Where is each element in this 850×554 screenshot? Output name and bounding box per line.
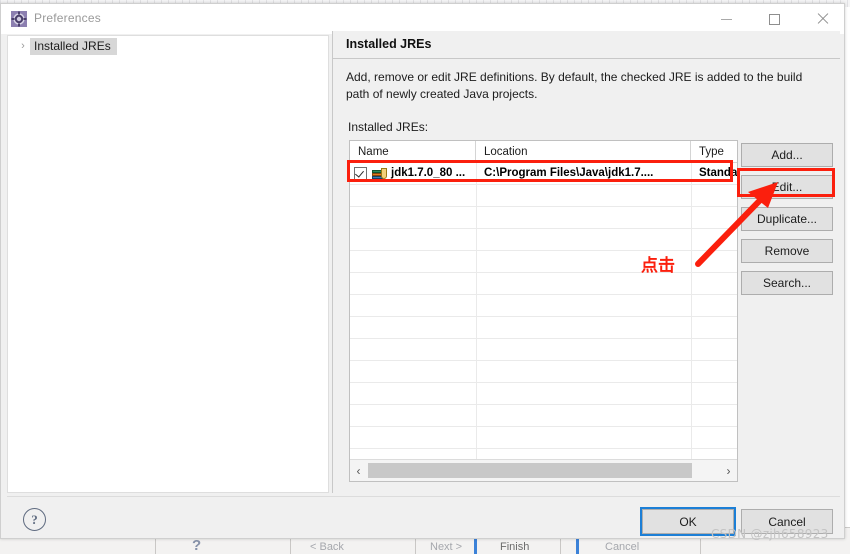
- add-button[interactable]: Add...: [741, 143, 833, 167]
- scroll-right-icon[interactable]: ›: [720, 460, 737, 481]
- page-title: Installed JREs: [346, 37, 432, 51]
- preferences-gear-icon: [11, 11, 27, 27]
- maximize-icon: [769, 13, 780, 25]
- sidebar-item-installed-jres[interactable]: › Installed JREs: [16, 37, 117, 55]
- row-name-label: jdk1.7.0_80 ...: [391, 167, 466, 179]
- close-icon: [817, 13, 829, 25]
- background-wizard-next-button[interactable]: Next >: [430, 541, 462, 553]
- jre-table[interactable]: Name Location Type jdk1.7.0_80 ... C:\Pr…: [349, 140, 738, 482]
- footer-divider: [7, 496, 840, 497]
- preferences-tree[interactable]: › Installed JREs: [7, 35, 329, 493]
- column-header-name[interactable]: Name: [350, 141, 476, 163]
- chevron-right-icon[interactable]: ›: [16, 40, 30, 52]
- preferences-dialog: Preferences › Installed JREs Installed J…: [0, 3, 845, 539]
- table-header: Name Location Type: [350, 141, 737, 163]
- minimize-icon: [721, 18, 732, 20]
- column-header-type[interactable]: Type: [691, 141, 737, 163]
- table-row[interactable]: jdk1.7.0_80 ... C:\Program Files\Java\jd…: [350, 163, 737, 184]
- sidebar-item-label: Installed JREs: [30, 37, 117, 55]
- row-name-cell[interactable]: jdk1.7.0_80 ...: [350, 163, 480, 184]
- background-wizard-cancel-button[interactable]: Cancel: [605, 541, 639, 553]
- screen: ? < Back Next > Finish Cancel Preference…: [0, 0, 850, 554]
- table-grid: [350, 163, 737, 459]
- background-wizard-help-icon: ?: [192, 537, 202, 554]
- search-button[interactable]: Search...: [741, 271, 833, 295]
- close-button[interactable]: [800, 4, 845, 34]
- background-wizard-back-button[interactable]: < Back: [310, 541, 344, 553]
- installed-jres-label: Installed JREs:: [348, 120, 429, 134]
- background-wizard-finish-button[interactable]: Finish: [500, 541, 529, 553]
- duplicate-button[interactable]: Duplicate...: [741, 207, 833, 231]
- remove-button[interactable]: Remove: [741, 239, 833, 263]
- maximize-button[interactable]: [752, 4, 797, 34]
- row-type-cell[interactable]: Standa: [691, 163, 737, 184]
- edit-button[interactable]: Edit...: [741, 175, 833, 199]
- watermark: CSDN @zjh658923: [711, 527, 829, 541]
- jre-library-icon: [372, 167, 387, 180]
- help-icon[interactable]: ?: [23, 508, 46, 531]
- row-location-cell[interactable]: C:\Program Files\Java\jdk1.7....: [476, 163, 699, 184]
- page-description: Add, remove or edit JRE definitions. By …: [346, 70, 803, 101]
- title-bar: Preferences: [1, 4, 844, 34]
- window-title: Preferences: [34, 11, 101, 25]
- column-header-location[interactable]: Location: [476, 141, 691, 163]
- row-checkbox[interactable]: [354, 167, 367, 180]
- minimize-button[interactable]: [704, 4, 749, 34]
- scroll-left-icon[interactable]: ‹: [350, 460, 367, 481]
- annotation-click-label: 点击: [641, 256, 675, 276]
- scrollbar-thumb[interactable]: [368, 463, 692, 478]
- horizontal-scrollbar[interactable]: ‹ ›: [350, 459, 737, 481]
